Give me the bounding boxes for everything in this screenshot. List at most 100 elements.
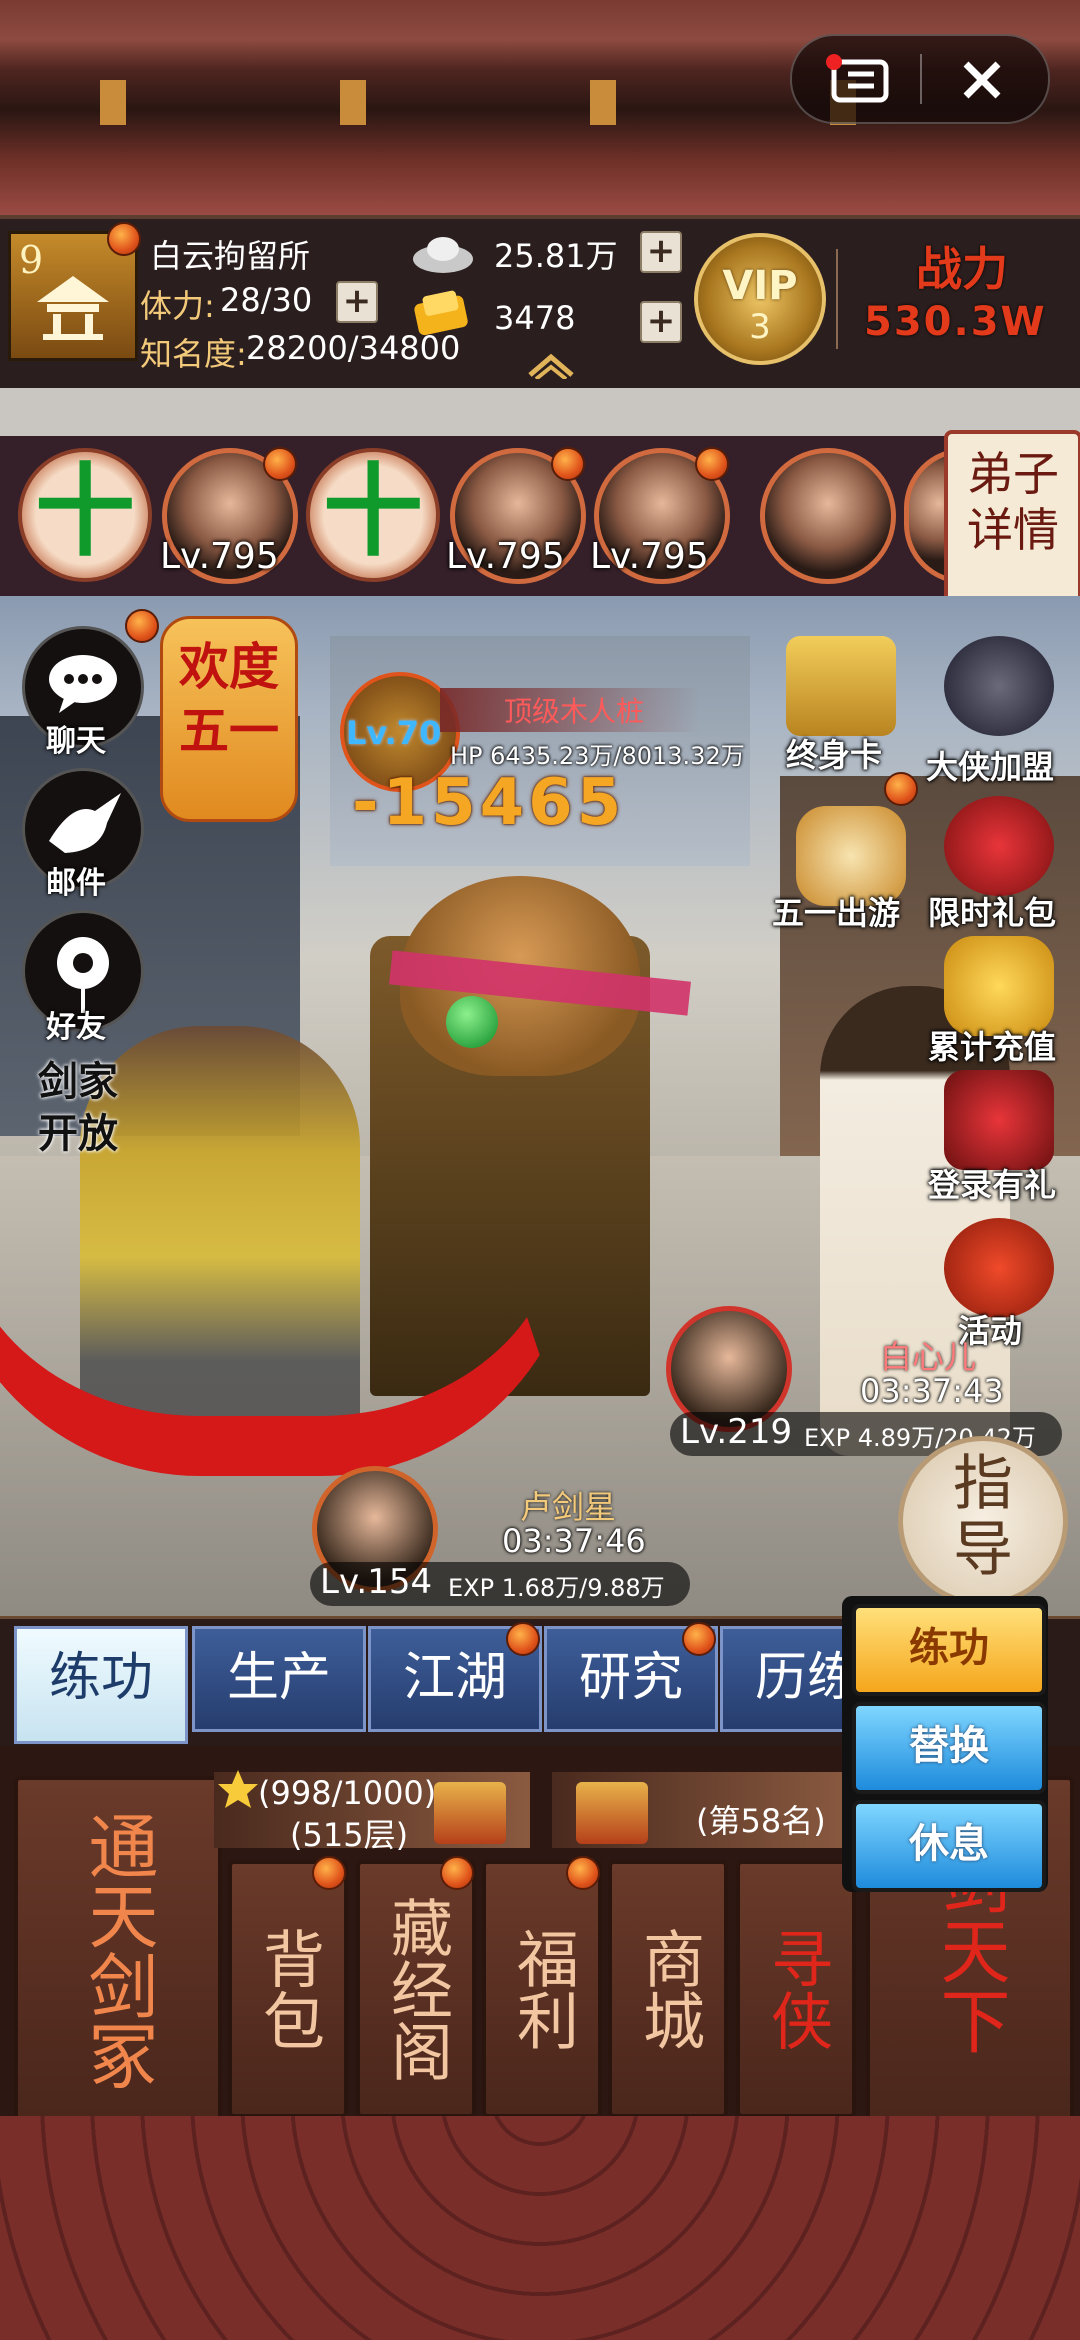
notify-dot bbox=[884, 772, 918, 806]
notify-dot bbox=[263, 447, 297, 481]
divider bbox=[836, 249, 838, 349]
stamina-value: 28/30 bbox=[220, 281, 313, 319]
boss-level: Lv.70 bbox=[346, 714, 442, 752]
hero-join-icon[interactable] bbox=[944, 636, 1054, 736]
damage-number: -15465 bbox=[352, 766, 626, 840]
vip-badge[interactable]: VIP 3 bbox=[694, 233, 826, 365]
location-name: 白云拘留所 bbox=[150, 237, 311, 275]
notify-dot bbox=[506, 1622, 540, 1656]
vip-level: 3 bbox=[749, 307, 771, 347]
tower-floor: (515层) bbox=[290, 1816, 409, 1854]
notify-dot bbox=[312, 1856, 346, 1890]
pill-divider bbox=[920, 54, 922, 104]
rank-value: (第58名) bbox=[696, 1802, 826, 1840]
footer-roof-tiles bbox=[0, 2116, 1080, 2340]
silver-ingot-icon bbox=[413, 237, 473, 273]
limited-gift-label[interactable]: 限时礼包 bbox=[928, 888, 1056, 934]
cumulative-recharge-label[interactable]: 累计充值 bbox=[928, 1022, 1056, 1068]
hero-level: Lv.795 bbox=[590, 536, 709, 577]
bag-button[interactable]: 背包 bbox=[228, 1860, 348, 2118]
notify-dot bbox=[695, 447, 729, 481]
seek-hero-button[interactable]: 寻侠 bbox=[736, 1860, 856, 2118]
stamina-label: 体力: bbox=[140, 287, 215, 325]
gift-box-icon[interactable] bbox=[576, 1782, 648, 1844]
login-gift-label[interactable]: 登录有礼 bbox=[928, 1160, 1056, 1206]
fighter-exp: EXP 1.68万/9.88万 bbox=[448, 1574, 665, 1602]
chat-label: 聊天 bbox=[46, 724, 106, 759]
plus-icon: 十 bbox=[35, 453, 135, 570]
hero-details-button[interactable]: 弟子详情 bbox=[944, 430, 1080, 608]
close-button[interactable] bbox=[952, 50, 1012, 110]
fighter-timer: 03:37:46 bbox=[502, 1522, 646, 1560]
tab-produce[interactable]: 生产 bbox=[192, 1626, 366, 1732]
limited-gift-icon[interactable] bbox=[944, 796, 1054, 896]
add-stamina-button[interactable]: + bbox=[336, 281, 378, 323]
chevron-up-icon[interactable] bbox=[526, 351, 576, 379]
shop-button[interactable]: 商城 bbox=[608, 1860, 728, 2118]
npc-level: Lv.219 bbox=[680, 1412, 793, 1452]
sword-clan-button[interactable]: 剑家开放 bbox=[16, 1052, 140, 1168]
fighter-level: Lv.154 bbox=[320, 1562, 433, 1602]
tower-button[interactable]: 通天剑冢 bbox=[14, 1776, 222, 2124]
gold-value: 3478 bbox=[494, 299, 576, 337]
hero-level: Lv.795 bbox=[446, 536, 565, 577]
notify-dot bbox=[440, 1856, 474, 1890]
gold-ingot-icon bbox=[414, 290, 468, 336]
guide-label: 指导 bbox=[953, 1449, 1013, 1585]
notify-dot bbox=[107, 222, 141, 256]
hero-slot[interactable] bbox=[760, 448, 896, 584]
lifetime-card-icon[interactable] bbox=[786, 636, 896, 736]
cumulative-recharge-icon[interactable] bbox=[944, 936, 1054, 1036]
fame-label: 知名度: bbox=[140, 335, 247, 373]
lifetime-card-label[interactable]: 终身卡 bbox=[786, 730, 882, 776]
plus-icon: 十 bbox=[323, 453, 423, 570]
tower-progress: (998/1000) bbox=[258, 1774, 437, 1812]
status-bar: 9 白云拘留所 体力: 28/30 + 知名度: 28200/34800 25.… bbox=[0, 215, 1080, 392]
train-button[interactable]: 练功 bbox=[852, 1604, 1046, 1696]
notify-dot bbox=[566, 1856, 600, 1890]
roof-beam bbox=[100, 80, 126, 125]
add-hero-slot[interactable]: 十 bbox=[18, 448, 152, 582]
notify-dot bbox=[682, 1622, 716, 1656]
hero-strip: 十 十 Lv.795 Lv.795 Lv.795 弟子详情 bbox=[0, 430, 1080, 608]
separator-band bbox=[0, 388, 1080, 436]
replace-button[interactable]: 替换 bbox=[852, 1702, 1046, 1794]
menu-icon bbox=[826, 54, 889, 103]
add-silver-button[interactable]: + bbox=[640, 231, 682, 273]
roof-beam bbox=[340, 80, 366, 125]
battle-scene: Lv.70 顶级木人桩 HP 6435.23万/8013.32万 -15465 … bbox=[0, 596, 1080, 1616]
add-gold-button[interactable]: + bbox=[640, 301, 682, 343]
sword-clan-label: 剑家开放 bbox=[38, 1058, 118, 1157]
hero-level: Lv.795 bbox=[160, 536, 279, 577]
tab-train[interactable]: 练功 bbox=[14, 1626, 188, 1744]
power-value: 530.3W bbox=[864, 299, 1047, 345]
login-gift-icon[interactable] bbox=[944, 1070, 1054, 1170]
star-icon bbox=[218, 1770, 258, 1808]
hero-join-label[interactable]: 大侠加盟 bbox=[926, 742, 1054, 788]
rest-button[interactable]: 休息 bbox=[852, 1800, 1046, 1892]
festival-banner-text: 欢度五一 bbox=[179, 637, 279, 760]
more-menu-button[interactable] bbox=[826, 52, 896, 106]
may-day-trip-label[interactable]: 五一出游 bbox=[772, 888, 900, 934]
gift-box-icon[interactable] bbox=[434, 1782, 506, 1844]
welfare-button[interactable]: 福利 bbox=[482, 1860, 602, 2118]
festival-banner[interactable]: 欢度五一 bbox=[125, 609, 298, 822]
mail-label: 邮件 bbox=[46, 866, 106, 901]
npc-timer: 03:37:43 bbox=[860, 1372, 1004, 1410]
jade-orb bbox=[446, 996, 498, 1048]
notify-dot bbox=[551, 447, 585, 481]
roof-beam bbox=[590, 80, 616, 125]
boss-name: 顶级木人桩 bbox=[504, 695, 645, 728]
guide-button[interactable]: 指导 bbox=[898, 1436, 1068, 1606]
silver-value: 25.81万 bbox=[494, 237, 618, 275]
add-hero-slot[interactable]: 十 bbox=[306, 448, 440, 582]
location-badge[interactable]: 9 bbox=[8, 222, 141, 361]
hero-details-label: 弟子详情 bbox=[967, 447, 1059, 557]
power-label: 战力 bbox=[916, 242, 1008, 296]
pavilion-icon bbox=[37, 276, 109, 340]
system-menu-pill bbox=[790, 34, 1050, 124]
activity-icon[interactable] bbox=[944, 1218, 1054, 1318]
library-button[interactable]: 藏经阁 bbox=[356, 1860, 476, 2118]
friends-label: 好友 bbox=[46, 1010, 106, 1045]
vip-label: VIP bbox=[722, 263, 798, 309]
